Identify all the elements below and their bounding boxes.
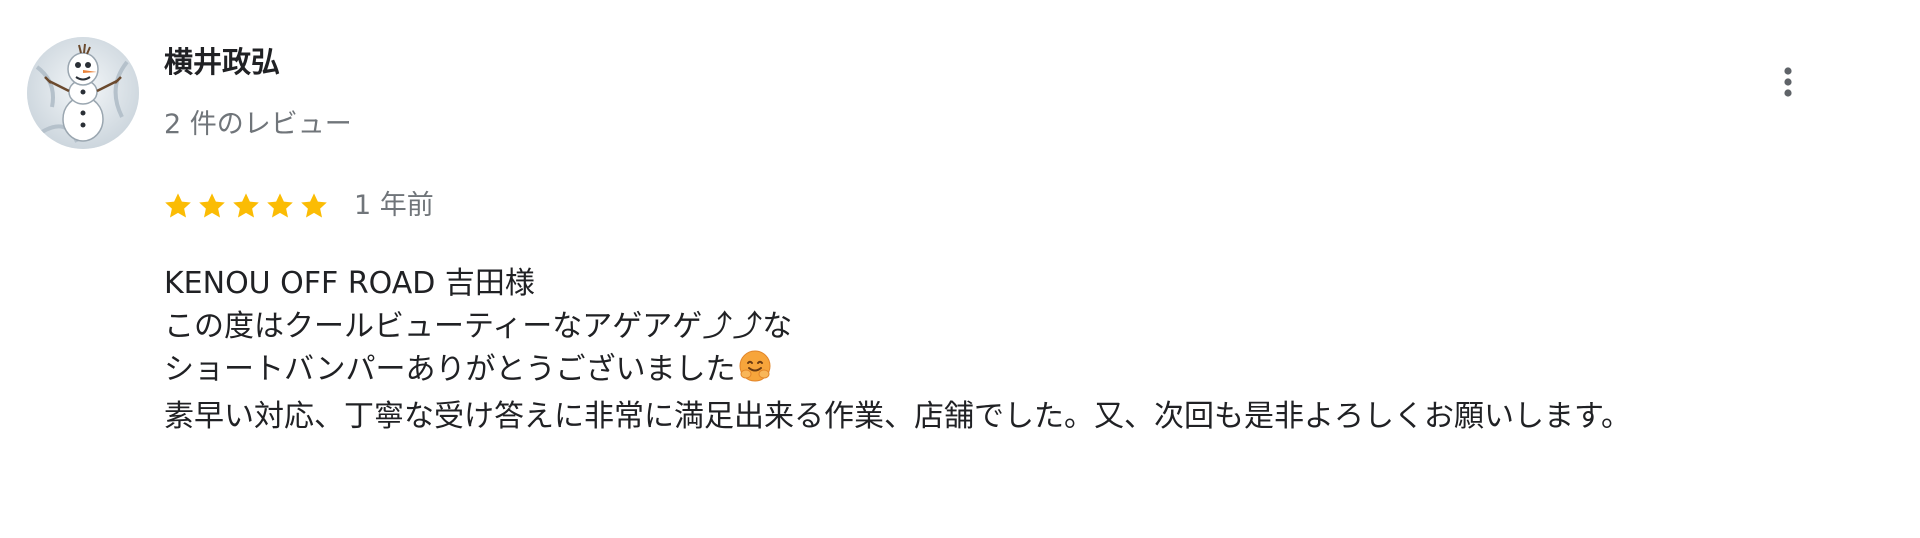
review-text-line: ショートバンパーありがとうございました bbox=[164, 352, 736, 387]
review-text-line: この度はクールビューティーなアゲアゲ⤴︎⤴︎な bbox=[164, 309, 793, 344]
reviewer-name[interactable]: 横井政弘 bbox=[164, 42, 280, 82]
review-text: KENOU OFF ROAD 吉田様 この度はクールビューティーなアゲアゲ⤴︎⤴… bbox=[164, 262, 1884, 438]
reviewer-review-count[interactable]: 2 件のレビュー bbox=[164, 107, 352, 143]
star-icon bbox=[264, 190, 296, 222]
snowman-avatar-icon bbox=[27, 37, 139, 149]
reviewer-avatar[interactable] bbox=[27, 37, 139, 149]
review-text-line-with-emoji: ショートバンパーありがとうございました bbox=[164, 348, 1884, 395]
hugging-face-emoji-icon bbox=[738, 349, 772, 395]
review-date: 1 年前 bbox=[354, 190, 434, 221]
more-vert-icon bbox=[1784, 67, 1792, 97]
star-rating bbox=[162, 190, 330, 222]
star-icon bbox=[298, 190, 330, 222]
star-icon bbox=[196, 190, 228, 222]
more-options-button[interactable] bbox=[1766, 60, 1810, 104]
review-text-line: 素早い対応、丁寧な受け答えに非常に満足出来る作業、店舗でした。又、次回も是非よろ… bbox=[164, 399, 1631, 434]
rating-row: 1 年前 bbox=[162, 186, 434, 226]
review-card: 横井政弘 2 件のレビュー 1 年前 KENOU OFF ROAD 吉田様 この… bbox=[0, 0, 1920, 538]
star-icon bbox=[230, 190, 262, 222]
review-text-line: KENOU OFF ROAD 吉田様 bbox=[164, 266, 535, 301]
star-icon bbox=[162, 190, 194, 222]
